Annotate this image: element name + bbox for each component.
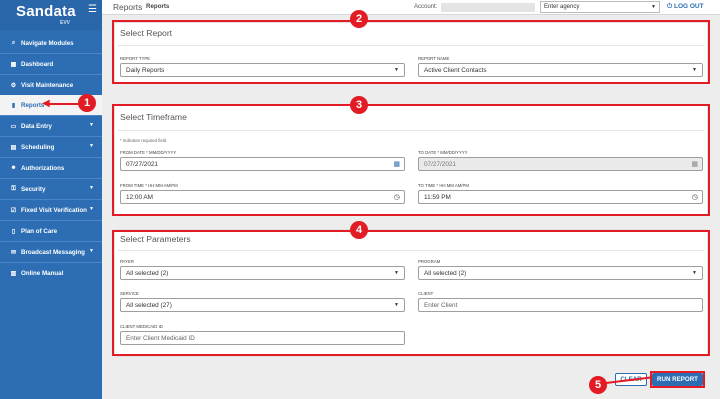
annotation-arrow-1 (47, 103, 80, 105)
caret-down-icon: ▼ (89, 206, 94, 212)
caret-down-icon: ▼ (89, 143, 94, 149)
sidebar-item-broadcast-messaging[interactable]: ✉ Broadcast Messaging ▼ (0, 242, 102, 262)
annotation-marker-3: 3 (350, 96, 368, 114)
logout-icon: ⏻ (667, 3, 673, 10)
sidebar-item-scheduling[interactable]: ▤ Scheduling ▼ (0, 137, 102, 157)
sidebar-item-label: Dashboard (21, 60, 54, 68)
sidebar-item-data-entry[interactable]: ▭ Data Entry ▼ (0, 116, 102, 136)
chevron-down-icon: ▼ (651, 4, 656, 10)
envelope-icon: ✉ (10, 249, 17, 256)
sidebar-item-label: Broadcast Messaging (21, 248, 85, 256)
sidebar-item-label: Fixed Visit Verification (21, 206, 87, 214)
annotation-marker-2: 2 (350, 10, 368, 28)
caret-down-icon: ▼ (89, 122, 94, 128)
top-bar: Reports Reports Account: Enter agency ▼ … (102, 0, 720, 15)
sidebar-item-fixed-visit-verification[interactable]: ☑ Fixed Visit Verification ▼ (0, 200, 102, 220)
logo: Sandata (16, 3, 76, 20)
sidebar-item-authorizations[interactable]: ☻ Authorizations (0, 158, 102, 178)
annotation-marker-1: 1 (78, 94, 96, 112)
sidebar-item-label: Data Entry (21, 122, 52, 130)
sidebar-item-label: Online Manual (21, 269, 64, 277)
dashboard-icon: ▦ (10, 61, 17, 68)
check-square-icon: ☑ (10, 207, 17, 214)
annotation-box-select-report (112, 20, 710, 84)
users-icon: ☻ (10, 165, 17, 171)
sidebar-item-security[interactable]: ⚿ Security ▼ (0, 179, 102, 199)
document-icon: ▯ (11, 228, 16, 235)
sidebar-item-online-manual[interactable]: ▥ Online Manual (0, 263, 102, 283)
breadcrumb: Reports (146, 3, 170, 10)
agency-select[interactable]: Enter agency ▼ (540, 1, 660, 13)
gears-icon: ⚙ (10, 82, 17, 89)
annotation-marker-5: 5 (589, 376, 607, 394)
book-icon: ▥ (10, 270, 17, 277)
sidebar-item-plan-of-care[interactable]: ▯ Plan of Care (0, 221, 102, 241)
logo-subtitle: EVV (60, 20, 71, 26)
caret-down-icon: ▼ (89, 185, 94, 191)
sidebar-item-label: Plan of Care (21, 227, 58, 235)
account-label: Account: (414, 4, 438, 10)
logout-button[interactable]: ⏻ LOG OUT (667, 3, 704, 11)
annotation-box-run-report (650, 371, 705, 388)
search-icon: ⌕ (11, 39, 16, 46)
calendar-icon: ▤ (10, 144, 17, 151)
sidebar: Sandata EVV ☰ ⌕ Navigate Modules ▦ Dashboar… (0, 0, 102, 399)
sidebar-item-label: Visit Maintenance (21, 81, 74, 89)
caret-down-icon: ▼ (89, 248, 94, 254)
sidebar-item-dashboard[interactable]: ▦ Dashboard (0, 54, 102, 74)
sidebar-item-visit-maintenance[interactable]: ⚙ Visit Maintenance (0, 75, 102, 95)
annotation-box-select-parameters (112, 230, 710, 356)
sidebar-item-navigate-modules[interactable]: ⌕ Navigate Modules (0, 33, 102, 53)
sidebar-item-label: Security (21, 185, 46, 193)
keyboard-icon: ▭ (10, 123, 17, 130)
annotation-box-reports-nav (4, 95, 46, 111)
hamburger-menu-icon[interactable]: ☰ (88, 4, 97, 15)
logout-label: LOG OUT (673, 3, 704, 10)
sidebar-item-label: Scheduling (21, 143, 55, 151)
annotation-marker-4: 4 (350, 221, 368, 239)
page-title: Reports (113, 2, 143, 12)
lock-icon: ⚿ (11, 185, 16, 192)
account-value-redacted (441, 3, 535, 12)
logo-area: Sandata EVV ☰ (0, 0, 102, 30)
sidebar-item-label: Navigate Modules (21, 39, 74, 47)
agency-select-value: Enter agency (544, 4, 580, 10)
arrow-head-icon: ◀ (42, 98, 50, 109)
sidebar-item-label: Authorizations (21, 164, 65, 172)
annotation-box-select-timeframe (112, 104, 710, 216)
